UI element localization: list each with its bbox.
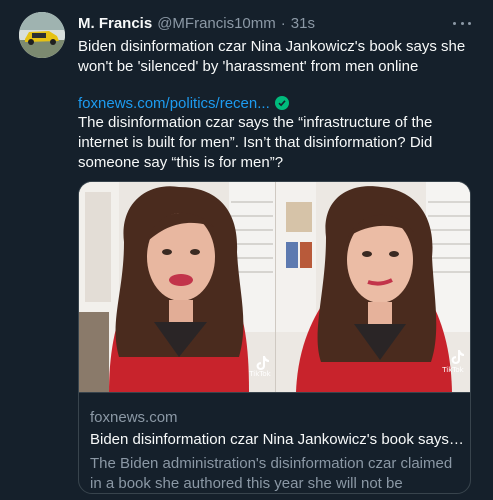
timestamp[interactable]: 31s bbox=[291, 15, 315, 32]
tiktok-watermark: TikTok bbox=[442, 366, 464, 374]
quote-link[interactable]: foxnews.com/politics/recen... bbox=[78, 95, 270, 112]
quote-link-row[interactable]: foxnews.com/politics/recen... bbox=[78, 93, 289, 113]
tweet[interactable]: M. Francis @MFrancis10mm · 31s Biden dis… bbox=[0, 0, 493, 500]
video-frame-left: TikTok bbox=[79, 182, 275, 392]
more-options-button[interactable] bbox=[453, 15, 471, 31]
card-info[interactable]: foxnews.com Biden disinformation czar Ni… bbox=[79, 392, 470, 493]
avatar[interactable] bbox=[19, 12, 65, 58]
author-handle[interactable]: @MFrancis10mm bbox=[157, 15, 276, 32]
tiktok-logo-icon bbox=[451, 350, 464, 364]
tweet-commentary: The disinformation czar says the “infras… bbox=[78, 114, 433, 171]
tiktok-watermark: TikTok bbox=[249, 370, 271, 378]
tweet-text: Biden disinformation czar Nina Jankowicz… bbox=[78, 38, 466, 75]
separator-dot: · bbox=[280, 14, 286, 32]
avatar-image bbox=[19, 12, 65, 58]
link-card[interactable]: TikTok TikTok foxnews.com Biden disinfor… bbox=[78, 181, 471, 494]
verified-check-icon bbox=[274, 96, 289, 110]
frame-divider bbox=[275, 182, 276, 392]
author-name[interactable]: M. Francis bbox=[78, 15, 152, 32]
tweet-header: M. Francis @MFrancis10mm · 31s bbox=[78, 13, 315, 33]
card-domain: foxnews.com bbox=[90, 409, 178, 426]
card-description: The Biden administration's disinformatio… bbox=[90, 455, 453, 492]
video-thumbnail[interactable]: TikTok TikTok bbox=[79, 182, 470, 392]
video-frame-right: TikTok bbox=[276, 182, 470, 392]
more-horizontal-icon bbox=[453, 21, 456, 25]
card-title[interactable]: Biden disinformation czar Nina Jankowicz… bbox=[90, 431, 465, 448]
